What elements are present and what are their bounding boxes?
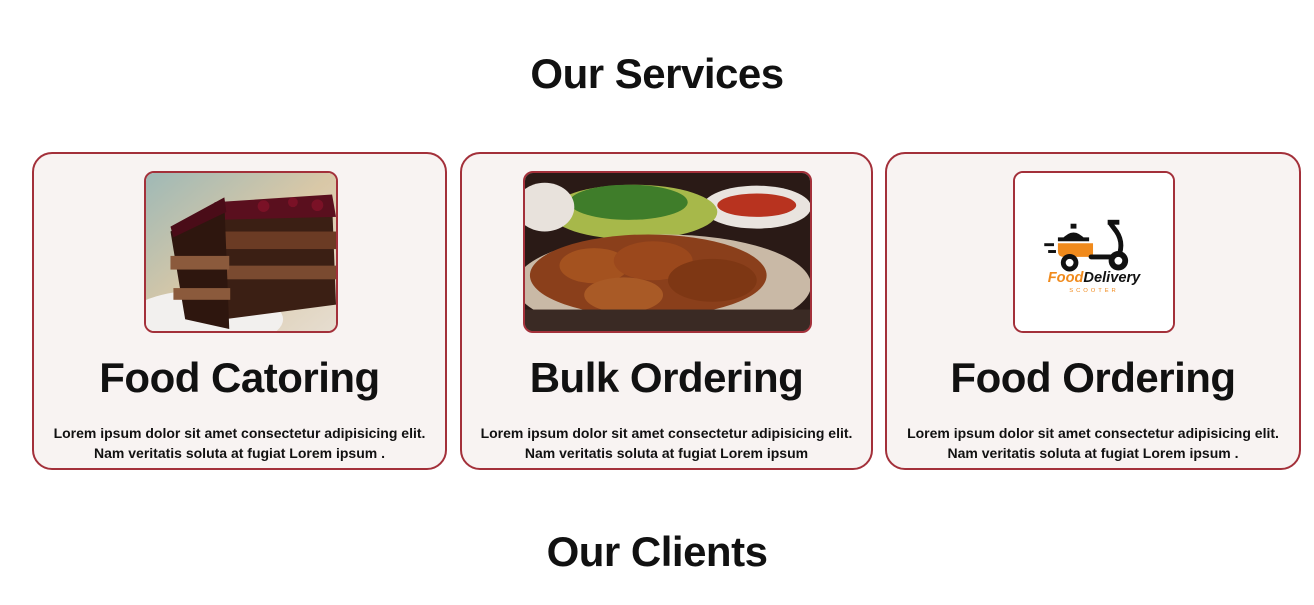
card-description-line: Nam veritatis soluta at fugiat Lorem ips… <box>524 445 809 461</box>
service-card-bulk-ordering: Bulk Ordering Lorem ipsum dolor sit amet… <box>460 152 873 470</box>
clients-heading: Our Clients <box>546 528 768 575</box>
service-card-food-catering: Food Catoring Lorem ipsum dolor sit amet… <box>32 152 447 470</box>
card-title: Bulk Ordering <box>529 354 804 401</box>
card-title: Food Ordering <box>950 354 1236 401</box>
card-description-line: Lorem ipsum dolor sit amet consectetur a… <box>907 425 1279 441</box>
card-description-line: Lorem ipsum dolor sit amet consectetur a… <box>480 425 853 441</box>
grilled-chicken-image <box>523 171 812 333</box>
card-description: Lorem ipsum dolor sit amet consectetur a… <box>897 423 1289 463</box>
cake-image <box>144 171 338 333</box>
food-delivery-logo-image: FoodDelivery SCOOTER <box>1013 171 1175 333</box>
card-title: Food Catoring <box>99 354 380 401</box>
card-description: Lorem ipsum dolor sit amet consectetur a… <box>44 423 435 463</box>
logo-wordmark: FoodDelivery <box>1048 270 1141 286</box>
card-description-line: Lorem ipsum dolor sit amet consectetur a… <box>53 425 426 441</box>
services-heading: Our Services <box>530 50 784 97</box>
logo-subtitle: SCOOTER <box>1069 288 1118 294</box>
card-description-line: Nam veritatis soluta at fugiat Lorem ips… <box>94 445 385 461</box>
card-description: Lorem ipsum dolor sit amet consectetur a… <box>472 423 861 463</box>
service-card-food-ordering: FoodDelivery SCOOTER Food Ordering Lorem… <box>885 152 1301 470</box>
card-description-line: Nam veritatis soluta at fugiat Lorem ips… <box>947 445 1239 461</box>
